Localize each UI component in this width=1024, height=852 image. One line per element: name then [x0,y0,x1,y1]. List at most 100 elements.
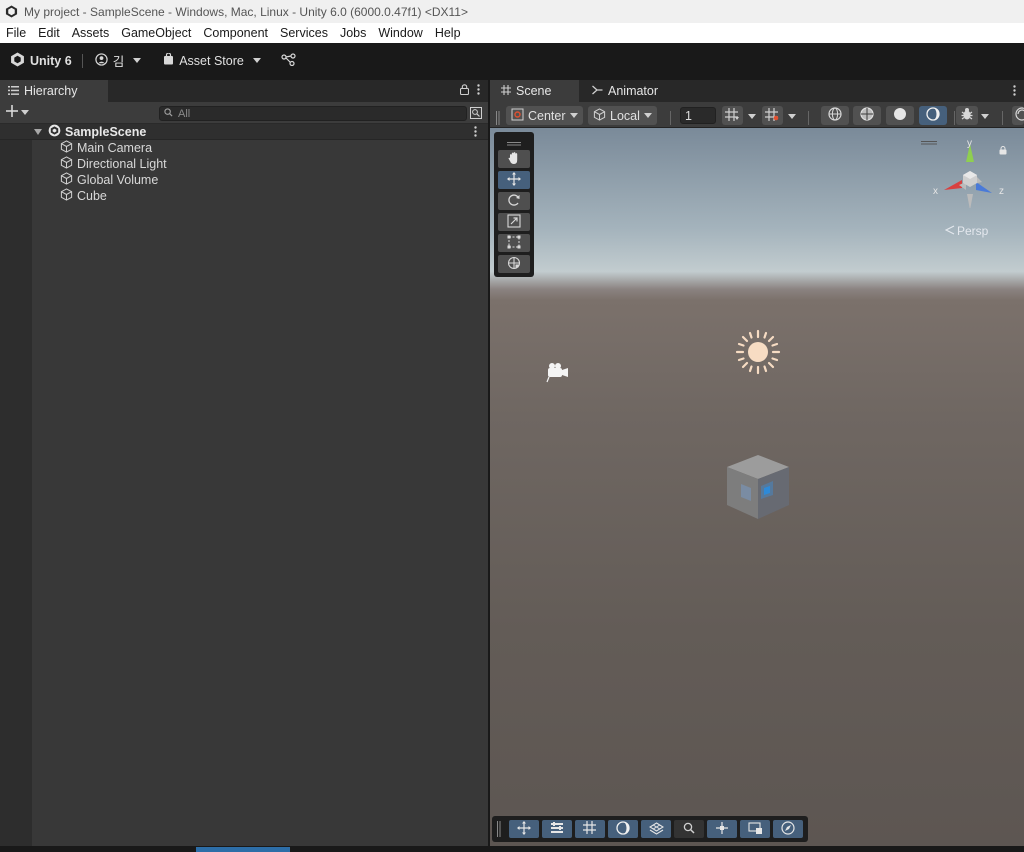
overlay-grid-button[interactable] [575,820,605,838]
scene-viewport[interactable]: y x z Persp [490,128,1024,846]
hierarchy-gutter [0,124,32,846]
grid-snap-icon [582,821,598,837]
scene-visibility-button[interactable] [1012,106,1024,125]
wireframe-sphere-icon [828,107,842,124]
rect-tool-button[interactable] [498,234,530,252]
pivot-center-icon [511,108,524,124]
tools-palette [494,132,534,277]
hierarchy-item-label: Directional Light [77,157,167,171]
gizmo-z-label: z [999,186,1004,197]
hierarchy-item-cube[interactable]: Cube [60,188,107,204]
rotate-icon [507,193,521,210]
menu-bar: File Edit Assets GameObject Component Se… [0,23,1024,43]
create-dropdown-button[interactable] [6,105,29,120]
tab-hierarchy[interactable]: Hierarchy [0,80,108,102]
view-tool-button[interactable] [498,150,530,168]
gizmo-x-label: x [933,186,938,197]
search-icon [683,822,695,837]
cube-object[interactable] [725,453,791,524]
overlay-transform-button[interactable] [509,820,539,838]
overlay-grid-plane-button[interactable] [641,820,671,838]
more-options-icon[interactable] [477,84,480,98]
overlay-search-button[interactable] [674,820,704,838]
orientation-gizmo[interactable]: y x z [932,138,1004,213]
hierarchy-tab-label: Hierarchy [24,84,78,98]
rotate-tool-button[interactable] [498,192,530,210]
chevron-down-icon[interactable] [748,107,756,126]
search-filter-icon[interactable] [470,107,482,122]
scene-row[interactable]: SampleScene [0,124,488,140]
overlay-camera-button[interactable] [740,820,770,838]
scale-tool-button[interactable] [498,213,530,231]
unity-version-button[interactable]: Unity 6 [10,52,72,70]
grid-snap-icon [765,107,780,124]
overlay-tool-settings-button[interactable] [542,820,572,838]
shopping-bag-icon [163,52,174,68]
shaded-button[interactable] [886,106,914,125]
hierarchy-item-directional-light[interactable]: Directional Light [60,156,167,172]
directional-light-gizmo-icon[interactable] [734,328,782,379]
account-icon [95,52,108,69]
grid-visibility-button[interactable] [722,106,743,125]
debug-draw-mode-button[interactable] [956,106,978,125]
gizmo-lock-icon[interactable] [999,144,1007,158]
transform-tool-button[interactable] [498,255,530,273]
more-options-icon[interactable] [1013,85,1016,99]
version-control-button[interactable] [281,52,296,69]
tab-scene[interactable]: Scene [490,80,579,102]
pivot-mode-dropdown[interactable]: Center [506,106,583,125]
hierarchy-item-global-volume[interactable]: Global Volume [60,172,158,188]
animator-tab-label: Animator [608,84,659,98]
grid-icon [501,84,511,98]
list-icon [8,84,19,98]
menu-services[interactable]: Services [274,26,334,40]
menu-component[interactable]: Component [197,26,274,40]
shaded-wireframe-button[interactable] [853,106,881,125]
lit-sphere-icon [616,820,630,838]
scene-toolbar: Center Local 1 [490,102,1024,128]
scene-more-options-icon[interactable] [474,126,477,140]
grid-size-field[interactable]: 1 [680,106,716,125]
scene-tab-label: Scene [516,84,552,98]
asset-store-dropdown[interactable]: Asset Store [163,52,261,68]
projection-toggle[interactable]: Persp [944,224,989,238]
overlay-draw-mode-button[interactable] [608,820,638,838]
expand-arrow-icon[interactable] [34,125,42,139]
grid-size-input[interactable]: 1 [680,107,716,124]
menu-jobs[interactable]: Jobs [334,26,372,40]
tool-settings-icon [550,821,564,838]
wireframe-shading-button[interactable] [821,106,849,125]
scene-tab-bar: Scene Animator [490,80,1024,102]
chevron-down-icon[interactable] [788,107,796,126]
unity-logo-icon [10,52,25,70]
animator-icon [592,84,603,98]
projection-label: Persp [957,224,989,238]
move-arrows-icon [517,820,531,838]
menu-file[interactable]: File [0,26,32,40]
hierarchy-search-input[interactable]: All [159,106,467,121]
tab-animator[interactable]: Animator [581,80,658,102]
menu-assets[interactable]: Assets [66,26,116,40]
overlay-navigation-button[interactable] [707,820,737,838]
pivot-rotation-dropdown[interactable]: Local [588,106,657,125]
move-tool-button[interactable] [498,171,530,189]
menu-edit[interactable]: Edit [32,26,66,40]
overlay-orientation-button[interactable] [773,820,803,838]
chevron-down-icon[interactable] [981,107,989,126]
grid-snapping-button[interactable] [762,106,783,125]
camera-gizmo-icon[interactable] [544,360,572,387]
lock-icon[interactable] [459,84,470,98]
hierarchy-item-main-camera[interactable]: Main Camera [60,140,152,156]
chevron-down-icon [252,58,261,63]
menu-window[interactable]: Window [372,26,428,40]
account-dropdown[interactable]: 김 [95,51,142,70]
menu-gameobject[interactable]: GameObject [115,26,197,40]
hierarchy-item-label: Main Camera [77,141,153,155]
menu-help[interactable]: Help [429,26,467,40]
lit-shading-button[interactable] [919,106,947,125]
toolbar-divider [1002,108,1004,127]
lit-sphere-icon [926,107,940,124]
hierarchy-item-label: Cube [77,189,107,203]
gizmo-y-label: y [967,138,972,149]
palette-grip-icon [507,135,521,149]
